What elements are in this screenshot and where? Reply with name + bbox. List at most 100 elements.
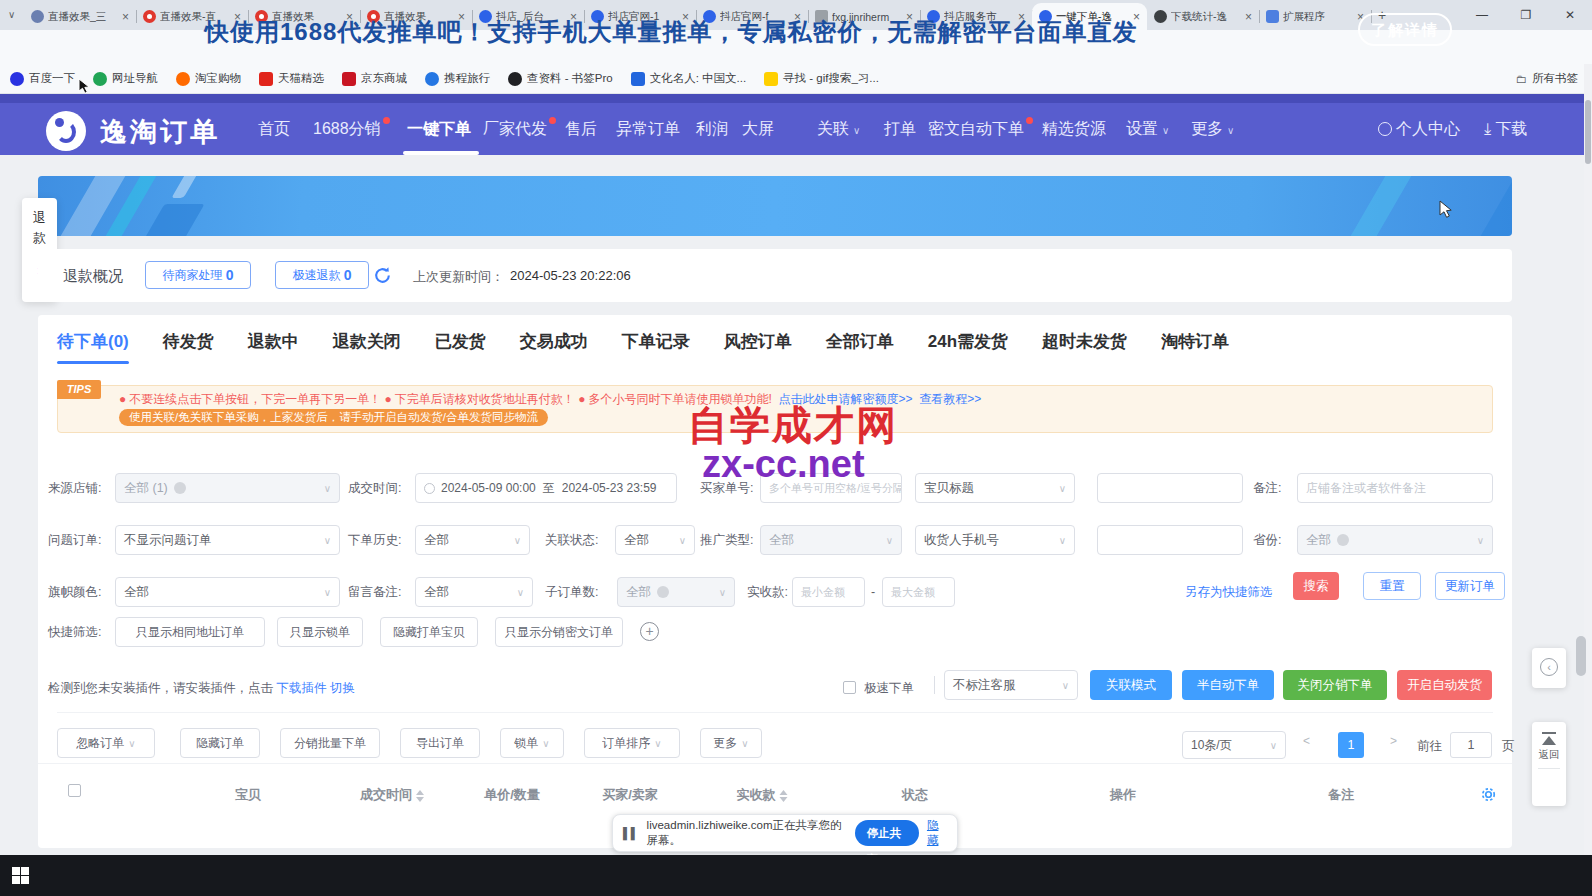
hide-printed-filter-button[interactable]: 隐藏打单宝贝 (380, 617, 478, 647)
start-button[interactable] (12, 867, 29, 884)
nav-item-print[interactable]: 打单 (884, 103, 916, 155)
column-settings-gear-icon[interactable] (1480, 786, 1497, 803)
nav-item-factory[interactable]: 厂家代发 (483, 103, 556, 155)
tab-refunding[interactable]: 退款中 (248, 330, 299, 353)
nav-item-cipher[interactable]: 密文自动下单 (928, 103, 1033, 155)
tab-overdue[interactable]: 超时未发货 (1042, 330, 1127, 353)
refresh-icon[interactable] (373, 266, 392, 285)
order-history-select[interactable]: 全部∨ (415, 525, 530, 555)
tutorial-link[interactable]: 查看教程>> (919, 392, 981, 406)
back-to-top-widget[interactable]: 返回 (1532, 722, 1566, 806)
item-title-input[interactable] (1097, 473, 1243, 503)
source-shop-select[interactable]: 全部 (1)∨ (115, 473, 340, 503)
export-order-button[interactable]: 导出订单 (400, 728, 480, 758)
nav-download[interactable]: ⤓ 下载 (1484, 103, 1528, 155)
update-orders-button[interactable]: 更新订单 (1435, 572, 1505, 600)
page-size-select[interactable]: 10条/页∨ (1182, 731, 1286, 759)
stop-sharing-button[interactable]: 停止共享 (855, 820, 919, 846)
nav-item-aftersale[interactable]: 售后 (565, 103, 597, 155)
nav-item-one-key-order[interactable]: 一键下单 (407, 103, 471, 155)
bookmark[interactable]: 查资料 - 书签Pro (508, 71, 613, 86)
nav-item-more[interactable]: 更多∨ (1191, 103, 1234, 155)
suborder-count-select[interactable]: 全部∨ (617, 577, 735, 607)
tab-shipped[interactable]: 已发货 (435, 330, 486, 353)
nav-item-settings[interactable]: 设置∨ (1126, 103, 1169, 155)
hide-share-link[interactable]: 隐藏 (927, 818, 947, 848)
item-title-select[interactable]: 宝贝标题∨ (915, 473, 1075, 503)
nav-item-relation[interactable]: 关联∨ (817, 103, 860, 155)
nav-item-profit[interactable]: 利润 (696, 103, 728, 155)
tab-success[interactable]: 交易成功 (520, 330, 588, 353)
sort-icon[interactable] (416, 790, 424, 802)
close-tab-icon[interactable]: × (1245, 10, 1252, 24)
col-deal-time[interactable]: 成交时间 (360, 786, 424, 804)
browser-tab[interactable]: 下载统计-逸× (1147, 3, 1259, 30)
promo-type-select[interactable]: 全部∨ (760, 525, 902, 555)
switch-link[interactable]: 切换 (330, 681, 355, 695)
close-tab-icon[interactable]: × (122, 10, 129, 24)
bookmark[interactable]: 淘宝购物 (176, 71, 241, 86)
current-page[interactable]: 1 (1338, 732, 1364, 758)
prev-page-icon[interactable]: < (1303, 734, 1310, 748)
tab-all-orders[interactable]: 全部订单 (826, 330, 894, 353)
close-button[interactable]: ✕ (1548, 0, 1592, 30)
remark-input[interactable]: 店铺备注或者软件备注 (1297, 473, 1493, 503)
bookmark[interactable]: 京东商城 (342, 71, 407, 86)
relation-status-select[interactable]: 全部∨ (615, 525, 695, 555)
nav-item-home[interactable]: 首页 (258, 103, 290, 155)
nav-item-1688[interactable]: 1688分销 (313, 103, 390, 155)
nav-item-abnormal[interactable]: 异常订单 (616, 103, 680, 155)
message-remark-select[interactable]: 全部∨ (415, 577, 533, 607)
tab-search-icon[interactable]: ∨ (8, 9, 15, 20)
quick-refund-button[interactable]: 极速退款 0 (275, 261, 369, 289)
bookmark[interactable]: 百度一下 (10, 71, 75, 86)
download-plugin-link[interactable]: 下载插件 (276, 681, 326, 695)
minimize-button[interactable]: — (1460, 0, 1504, 30)
reset-button[interactable]: 重置 (1363, 572, 1421, 600)
browser-tab[interactable]: 直播效果_三× (24, 3, 136, 30)
ignore-order-button[interactable]: 忽略订单∨ (57, 728, 155, 758)
deal-time-range[interactable]: 2024-05-09 00:00至2024-05-23 23:59 (415, 473, 677, 503)
nav-item-source[interactable]: 精选货源 (1042, 103, 1106, 155)
min-amount-input[interactable]: 最小金额 (792, 577, 865, 607)
tab-taote[interactable]: 淘特订单 (1161, 330, 1229, 353)
relation-mode-button[interactable]: 关联模式 (1090, 670, 1172, 700)
lock-order-button[interactable]: 锁单∨ (500, 728, 564, 758)
locked-only-filter-button[interactable]: 只显示锁单 (277, 617, 363, 647)
tab-24h-ship[interactable]: 24h需发货 (928, 330, 1008, 353)
flag-color-select[interactable]: 全部∨ (115, 577, 340, 607)
next-page-icon[interactable]: > (1390, 734, 1397, 748)
semi-auto-order-button[interactable]: 半自动下单 (1182, 670, 1274, 700)
search-button[interactable]: 搜索 (1293, 572, 1339, 600)
save-quick-filter-link[interactable]: 另存为快捷筛选 (1185, 584, 1273, 601)
bookmark[interactable]: 文化名人: 中国文... (631, 71, 746, 86)
tab-order-history[interactable]: 下单记录 (622, 330, 690, 353)
receiver-phone-input[interactable] (1097, 525, 1243, 555)
close-distribution-button[interactable]: 关闭分销下单 (1283, 670, 1387, 700)
banner-detail-button[interactable]: 了解详情 (1358, 13, 1452, 46)
bookmark[interactable]: 寻找 - gif搜索_习... (764, 71, 879, 86)
maximize-button[interactable]: ❐ (1504, 0, 1548, 30)
receiver-phone-select[interactable]: 收货人手机号∨ (915, 525, 1075, 555)
same-address-filter-button[interactable]: 只显示相同地址订单 (115, 617, 265, 647)
tab-pending-order[interactable]: 待下单(0) (57, 330, 129, 353)
nav-profile[interactable]: 个人中心 (1378, 103, 1460, 155)
scrollbar-track[interactable] (1584, 64, 1592, 855)
tab-to-ship[interactable]: 待发货 (163, 330, 214, 353)
page-jump-input[interactable]: 1 (1450, 732, 1492, 758)
bookmark[interactable]: 天猫精选 (259, 71, 324, 86)
order-sort-button[interactable]: 订单排序∨ (584, 728, 680, 758)
collapse-panel-button[interactable]: ‹ (1532, 648, 1566, 688)
auto-ship-button[interactable]: 开启自动发货 (1397, 670, 1492, 700)
nav-item-screen[interactable]: 大屏 (742, 103, 774, 155)
tab-refund-closed[interactable]: 退款关闭 (333, 330, 401, 353)
col-paid[interactable]: 实收款 (737, 786, 788, 804)
problem-order-select[interactable]: 不显示问题订单∨ (115, 525, 340, 555)
max-amount-input[interactable]: 最大金额 (882, 577, 955, 607)
province-select[interactable]: 全部∨ (1297, 525, 1493, 555)
bookmark[interactable]: 携程旅行 (425, 71, 490, 86)
more-button[interactable]: 更多∨ (700, 728, 762, 758)
inner-scrollbar-thumb[interactable] (1576, 636, 1586, 676)
speed-order-checkbox[interactable] (843, 681, 856, 694)
browser-tab[interactable]: 扩展程序× (1259, 3, 1371, 30)
